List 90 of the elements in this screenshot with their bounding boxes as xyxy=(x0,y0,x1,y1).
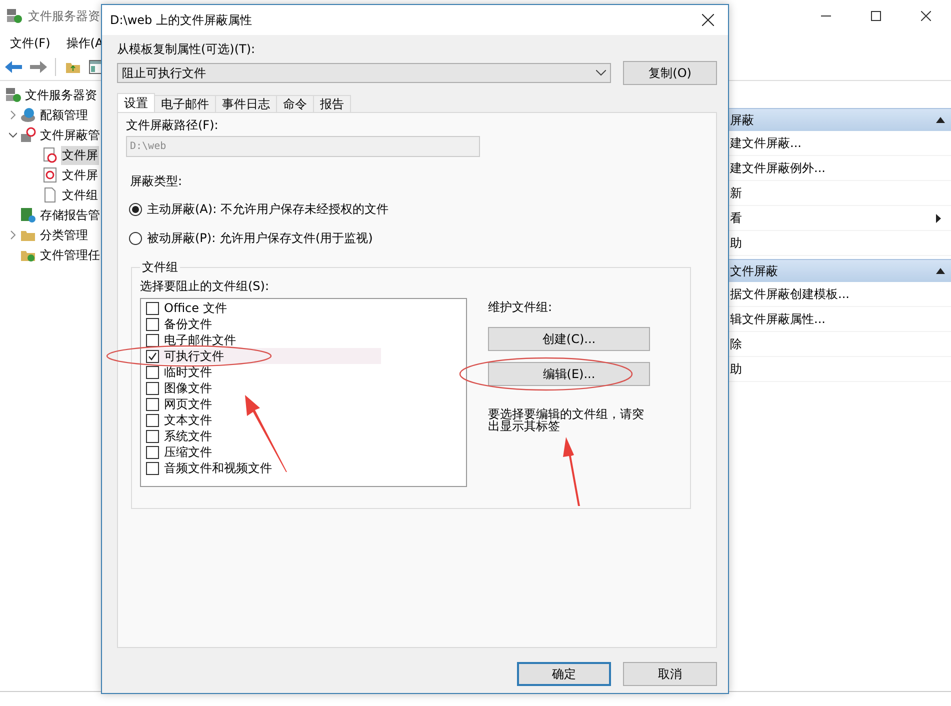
tab[interactable]: 命令 xyxy=(276,95,314,112)
checkbox[interactable] xyxy=(146,462,159,474)
list-item[interactable]: 电子邮件文件 xyxy=(146,332,381,348)
window-title: 文件服务器资 xyxy=(28,8,100,24)
checkbox[interactable] xyxy=(146,446,159,458)
file-group-button[interactable]: 创建(C)... xyxy=(488,327,650,351)
close-icon xyxy=(702,14,714,26)
tree-item[interactable]: 文件屏 xyxy=(61,146,99,164)
checkbox[interactable] xyxy=(146,382,159,394)
action-item[interactable]: 助 xyxy=(730,360,742,378)
page-icon xyxy=(42,187,58,203)
list-item[interactable]: 网页文件 xyxy=(146,396,381,412)
file-group-button[interactable]: 编辑(E)... xyxy=(488,362,650,386)
dialog-button[interactable]: 取消 xyxy=(623,662,717,686)
chevron-down-icon xyxy=(596,70,606,76)
tab[interactable]: 报告 xyxy=(313,95,351,112)
checkbox[interactable] xyxy=(146,334,159,346)
action-item[interactable]: 建文件屏蔽... xyxy=(730,134,802,152)
list-item[interactable]: 压缩文件 xyxy=(146,444,381,460)
chevron-right-icon[interactable] xyxy=(9,230,17,240)
radio-button[interactable] xyxy=(129,232,142,244)
action-item[interactable]: 助 xyxy=(730,234,742,252)
blocked-drive-icon xyxy=(20,127,36,143)
action-item[interactable]: 建文件屏蔽例外... xyxy=(730,160,826,176)
list-item[interactable]: 备份文件 xyxy=(146,316,381,332)
checkbox[interactable] xyxy=(146,350,159,362)
action-item[interactable]: 除 xyxy=(730,336,742,352)
list-item[interactable]: 文本文件 xyxy=(146,412,381,428)
maintain-label: 维护文件组: xyxy=(488,299,554,316)
dialog-title: D:\web 上的文件屏蔽属性 xyxy=(110,12,252,28)
disk-icon xyxy=(20,107,36,123)
tree-item[interactable]: 分类管理 xyxy=(39,226,89,244)
checkbox[interactable] xyxy=(146,398,159,410)
chevron-right-icon[interactable] xyxy=(9,110,17,120)
server-icon xyxy=(5,87,21,103)
action-item[interactable]: 看 xyxy=(730,210,936,226)
pointer-arrow xyxy=(563,437,580,506)
dialog-button[interactable]: 确定 xyxy=(517,662,611,686)
tree-item[interactable]: 文件管理任 xyxy=(39,246,101,264)
checkbox[interactable] xyxy=(146,430,159,442)
group-title: 文件组 xyxy=(141,259,179,276)
minimize-icon xyxy=(821,15,831,17)
checkbox[interactable] xyxy=(146,302,159,314)
action-item[interactable]: 据文件屏蔽创建模板... xyxy=(730,286,850,302)
menu-item[interactable]: 文件(F) xyxy=(10,34,50,52)
checkbox[interactable] xyxy=(146,414,159,426)
caret-up-icon[interactable] xyxy=(936,268,945,274)
list-item[interactable]: 图像文件 xyxy=(146,380,381,396)
folder-up-icon xyxy=(65,61,81,73)
checkbox[interactable] xyxy=(146,366,159,378)
blocked-file-icon xyxy=(42,147,58,163)
radio-option[interactable]: 被动屏蔽(P): 允许用户保存文件(用于监视) xyxy=(129,228,706,248)
path-label: 文件屏蔽路径(F): xyxy=(126,117,220,134)
tree-item[interactable]: 文件服务器资 xyxy=(24,86,98,104)
tree-item[interactable]: 配额管理 xyxy=(39,106,89,124)
tree-item[interactable]: 存储报告管 xyxy=(39,206,101,224)
tree-item[interactable]: 文件屏蔽管 xyxy=(39,126,101,144)
actions-header[interactable]: 文件屏蔽 xyxy=(728,259,951,282)
tab[interactable]: 电子邮件 xyxy=(154,95,216,112)
hint-text: 要选择要编辑的文件组，请突出显示其标签 xyxy=(488,408,645,432)
list-item[interactable]: 音频文件和视频文件 xyxy=(146,460,381,476)
maximize-icon xyxy=(871,11,881,21)
submenu-arrow-icon xyxy=(936,214,941,222)
radio-option[interactable]: 主动屏蔽(A): 不允许用户保存未经授权的文件 xyxy=(129,199,706,219)
screen-type-label: 屏蔽类型: xyxy=(130,173,184,190)
caret-up-icon[interactable] xyxy=(936,117,945,123)
report-icon xyxy=(20,207,36,223)
checkbox[interactable] xyxy=(146,318,159,330)
actions-header[interactable]: 屏蔽 xyxy=(728,108,951,131)
radio-button[interactable] xyxy=(129,202,142,216)
tree-item[interactable]: 文件组 xyxy=(61,186,99,204)
list-item[interactable]: 临时文件 xyxy=(146,364,381,380)
list-item[interactable]: 系统文件 xyxy=(146,428,381,444)
forward-arrow-icon xyxy=(29,60,47,74)
chevron-down-icon[interactable] xyxy=(9,130,17,140)
template-dropdown[interactable]: 阻止可执行文件 xyxy=(117,63,612,83)
list-label: 选择要阻止的文件组(S): xyxy=(140,278,270,295)
tab[interactable]: 设置 xyxy=(117,93,155,112)
tree-item[interactable]: 文件屏 xyxy=(61,166,99,184)
tab[interactable]: 事件日志 xyxy=(215,95,277,112)
template-label: 从模板复制属性(可选)(T): xyxy=(117,41,256,58)
close-icon xyxy=(921,11,931,21)
server-icon xyxy=(6,8,22,24)
list-item[interactable]: 可执行文件 xyxy=(146,348,381,364)
copy-button[interactable]: 复制(O) xyxy=(623,61,717,85)
list-item[interactable]: Office 文件 xyxy=(146,300,381,316)
action-item[interactable]: 新 xyxy=(730,184,742,202)
template-icon xyxy=(42,167,58,183)
back-arrow-icon xyxy=(5,60,23,74)
action-item[interactable]: 辑文件屏蔽属性... xyxy=(730,310,826,328)
